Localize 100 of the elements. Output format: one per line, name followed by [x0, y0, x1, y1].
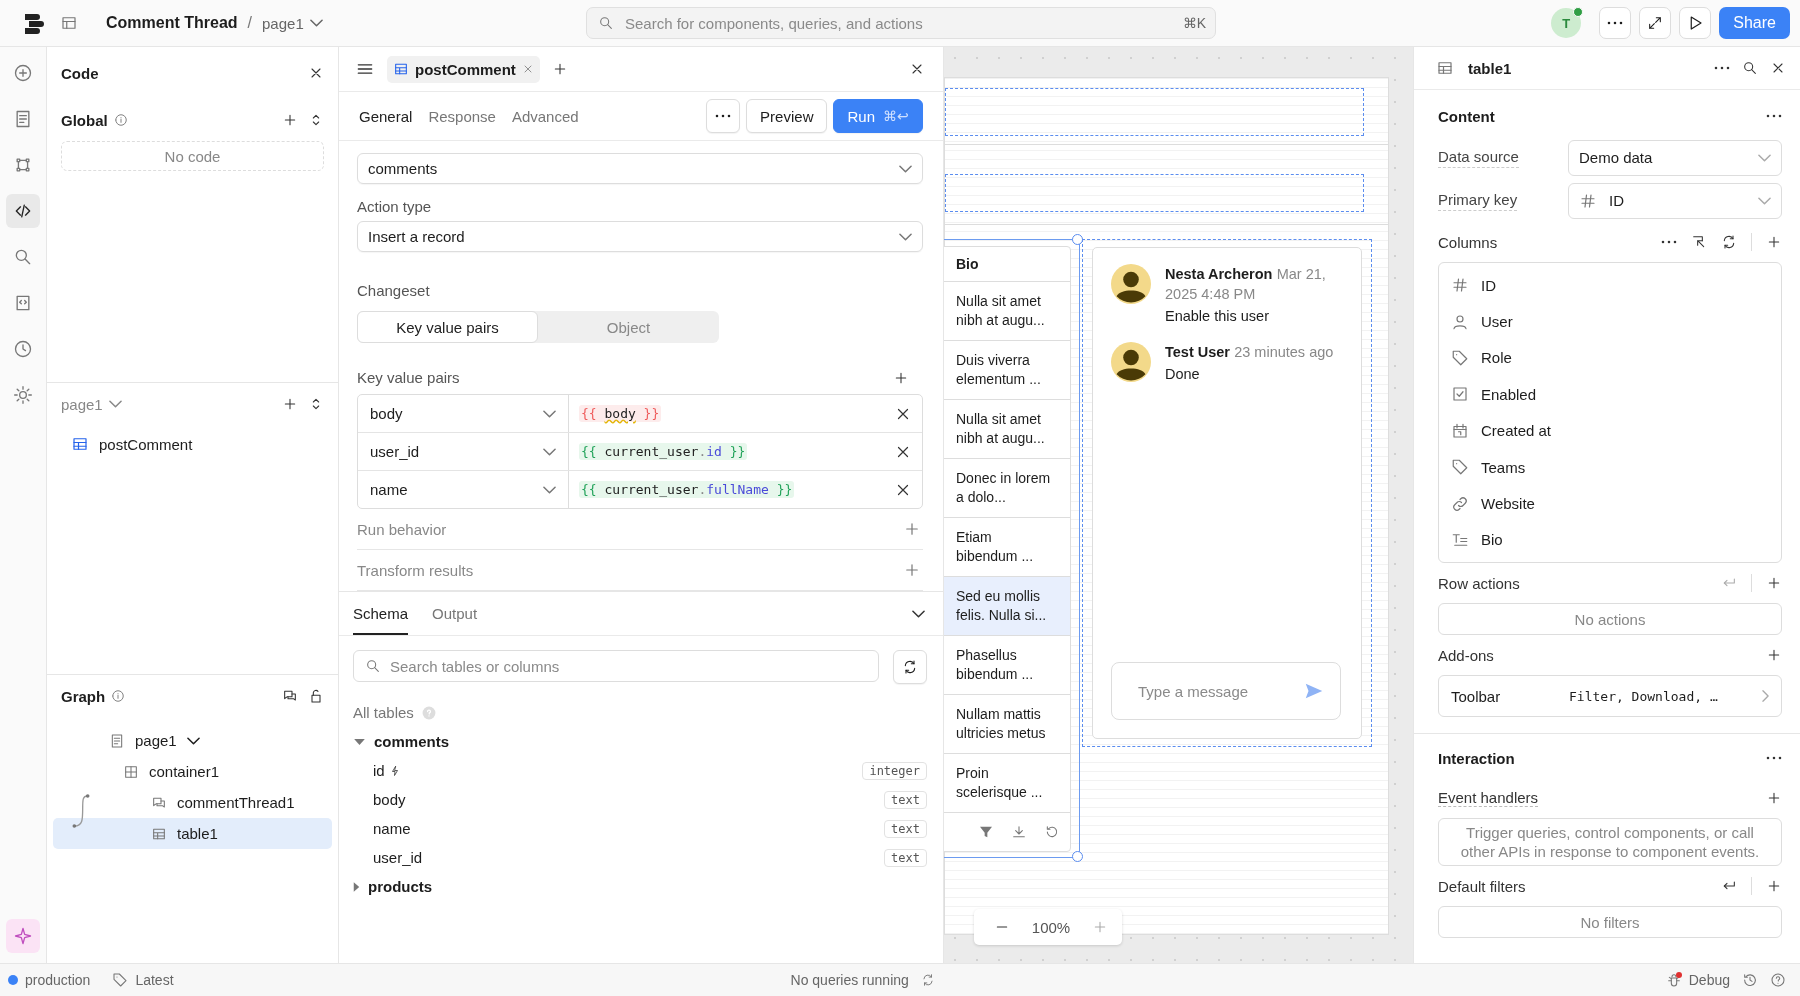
code-tab[interactable] — [6, 194, 40, 228]
primary-key-select[interactable]: ID — [1568, 182, 1782, 219]
chevron-down-icon — [309, 19, 323, 27]
add-icon[interactable] — [282, 112, 298, 128]
value-expression[interactable]: {{ body }} — [579, 405, 662, 422]
filter-icon[interactable] — [978, 824, 994, 840]
lock-icon[interactable] — [308, 688, 324, 704]
history-icon[interactable] — [1742, 972, 1758, 988]
caret-right-icon — [353, 880, 360, 893]
add-icon[interactable] — [282, 396, 298, 412]
editor-tab[interactable]: Advanced — [511, 107, 579, 125]
table-cell[interactable]: Nulla sit amet nibh at augu... — [944, 282, 1070, 341]
download-icon[interactable] — [1011, 824, 1027, 840]
debug-button[interactable]: Debug — [1665, 972, 1730, 988]
graph-node[interactable]: page1 — [53, 725, 332, 756]
add-icon[interactable] — [1766, 234, 1782, 250]
table-select[interactable]: comments — [357, 153, 923, 184]
column-item[interactable]: Created at — [1439, 412, 1781, 449]
column-item[interactable]: Teams — [1439, 448, 1781, 486]
graph-node[interactable]: container1 — [53, 756, 332, 787]
field-label: Changeset — [357, 282, 431, 299]
search-field[interactable]: Search tables or columns — [353, 650, 879, 682]
panel-tab[interactable]: Schema — [353, 592, 409, 635]
key-select[interactable]: user_id — [358, 433, 569, 470]
column-item[interactable]: Enabled — [1439, 376, 1781, 413]
key-select[interactable]: name — [358, 471, 569, 508]
schema-table[interactable]: comments — [353, 727, 927, 756]
editor-tab[interactable]: Response — [428, 107, 496, 125]
column-item[interactable]: Bio — [1439, 521, 1781, 559]
zoom-level: 100% — [1031, 918, 1071, 936]
cursor-icon[interactable] — [1691, 234, 1707, 250]
run-button[interactable]: Run ⌘↩ — [833, 99, 923, 133]
person-icon — [1451, 312, 1469, 331]
schema-table[interactable]: products — [353, 872, 927, 901]
table-cell[interactable]: Nulla sit amet nibh at augu... — [944, 400, 1070, 459]
query-tab[interactable]: postComment — [387, 55, 540, 83]
page-selector[interactable]: page1 — [262, 14, 323, 32]
action-type-select[interactable]: Insert a record — [357, 221, 923, 252]
type-label: text — [884, 819, 927, 838]
table-cell[interactable]: Proin scelerisque ... — [944, 754, 1070, 813]
table-cell[interactable]: Nullam mattis ultricies metus — [944, 695, 1070, 754]
table-cell[interactable]: Duis viverra elementum ... — [944, 341, 1070, 400]
table-cell[interactable]: Sed eu mollis felis. Nulla si... — [944, 577, 1070, 636]
value-expression[interactable]: {{ current_user.fullName }} — [579, 481, 795, 498]
table-icon — [1436, 59, 1454, 77]
more-icon[interactable] — [1766, 114, 1782, 118]
column-item[interactable]: ID — [1439, 267, 1781, 304]
comments-icon[interactable] — [282, 688, 298, 704]
more-icon[interactable] — [1714, 66, 1730, 70]
search-icon — [365, 658, 381, 674]
column-item[interactable]: Website — [1439, 485, 1781, 522]
column-item[interactable]: User — [1439, 303, 1781, 340]
column-item[interactable]: Role — [1439, 339, 1781, 377]
editor-tab[interactable]: General — [359, 107, 413, 125]
info-icon[interactable] — [113, 113, 128, 127]
add-icon[interactable] — [903, 520, 921, 538]
resize-handle[interactable] — [1072, 234, 1083, 245]
layout-icon[interactable] — [60, 14, 78, 32]
query-item[interactable]: postComment — [61, 429, 324, 459]
message-field[interactable]: Type a message — [1111, 662, 1341, 720]
preview-button[interactable]: Preview — [746, 99, 828, 133]
search-icon — [13, 247, 33, 267]
column-header[interactable]: Bio — [944, 247, 1070, 282]
table-icon — [71, 435, 89, 453]
refresh-icon[interactable] — [1721, 234, 1737, 250]
info-icon[interactable] — [111, 689, 126, 703]
panel-title: Code — [61, 64, 100, 82]
expand-button[interactable] — [1639, 7, 1672, 39]
more-icon[interactable] — [1766, 756, 1782, 761]
environment-label[interactable]: production — [8, 972, 91, 988]
preview-button[interactable] — [1679, 7, 1712, 39]
data-source-select[interactable]: Demo data — [1568, 139, 1782, 176]
section-title: Interaction — [1438, 749, 1515, 767]
section-title[interactable]: Run behavior — [357, 520, 447, 538]
page-selector[interactable]: page1 — [61, 395, 122, 413]
table-cell[interactable]: Phasellus bibendum ... — [944, 636, 1070, 695]
panel-tab[interactable]: Output — [432, 592, 478, 635]
help-icon[interactable] — [1770, 972, 1786, 988]
collapse-icon[interactable] — [912, 609, 925, 618]
addon-item[interactable]: Toolbar Filter, Download, … — [1438, 675, 1782, 718]
release-label[interactable]: Latest — [112, 972, 174, 988]
checkbox-icon — [1451, 385, 1469, 404]
table-cell[interactable]: Donec in lorem a dolo... — [944, 459, 1070, 518]
share-button[interactable]: Share — [1719, 7, 1790, 39]
comment-text: Done — [1165, 366, 1201, 382]
graph-node[interactable]: commentThread1 — [53, 787, 332, 818]
assistant-button[interactable] — [6, 919, 40, 953]
more-icon[interactable] — [1661, 240, 1677, 244]
resize-handle[interactable] — [1072, 851, 1083, 862]
segment-option[interactable]: Key value pairs — [357, 311, 538, 343]
value-expression[interactable]: {{ current_user.id }} — [579, 443, 748, 460]
chevron-down-icon — [186, 736, 200, 745]
add-icon[interactable] — [903, 561, 921, 579]
graph-node[interactable]: table1 — [53, 818, 332, 849]
logo-icon[interactable] — [22, 11, 46, 35]
section-title[interactable]: Transform results — [357, 561, 474, 579]
search-icon[interactable] — [1742, 60, 1758, 76]
more-icon — [1607, 21, 1624, 25]
key-select[interactable]: body — [358, 395, 569, 432]
refresh-button[interactable] — [893, 650, 927, 684]
